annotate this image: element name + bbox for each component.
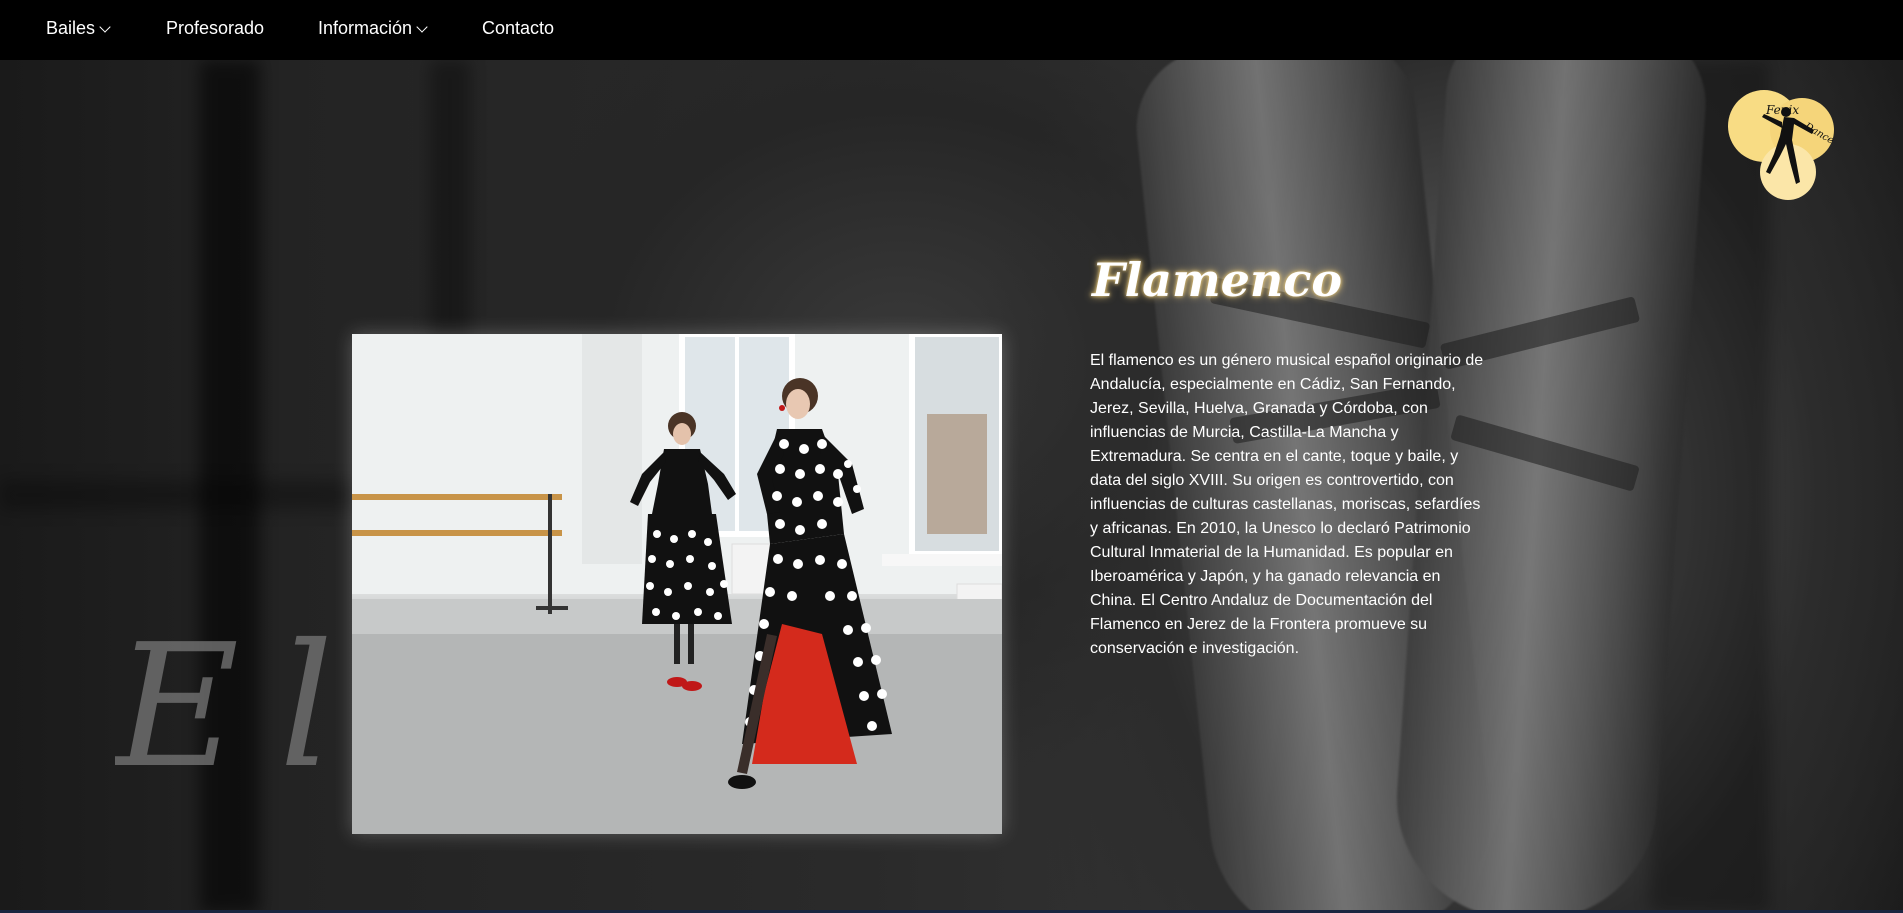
logo-text: Fenix [1765, 103, 1799, 117]
page: Bailes Profesorado Información Contacto … [0, 0, 1903, 913]
chevron-down-icon [416, 21, 428, 33]
nav-item-contacto[interactable]: Contacto [482, 18, 554, 39]
nav-item-bailes[interactable]: Bailes [46, 18, 111, 39]
bg-window-frame [0, 480, 360, 510]
section-title: Flamenco [1092, 252, 1343, 307]
nav-item-label: Profesorado [166, 18, 265, 38]
section-description: El flamenco es un género musical español… [1090, 352, 1484, 657]
main-navbar: Bailes Profesorado Información Contacto [0, 0, 1903, 60]
nav-item-profesorado[interactable]: Profesorado [166, 18, 264, 39]
site-logo[interactable]: Fenix Dance [1728, 84, 1848, 204]
flamenco-dancers-image [352, 334, 1002, 834]
dancer-logo-icon: Fenix Dance [1728, 90, 1836, 200]
nav-item-label: Información [318, 18, 413, 38]
chevron-down-icon [99, 21, 111, 33]
flamenco-photo [352, 334, 1002, 834]
nav-item-label: Contacto [482, 18, 555, 38]
nav-item-label: Bailes [46, 18, 96, 38]
nav-item-informacion[interactable]: Información [318, 18, 428, 39]
